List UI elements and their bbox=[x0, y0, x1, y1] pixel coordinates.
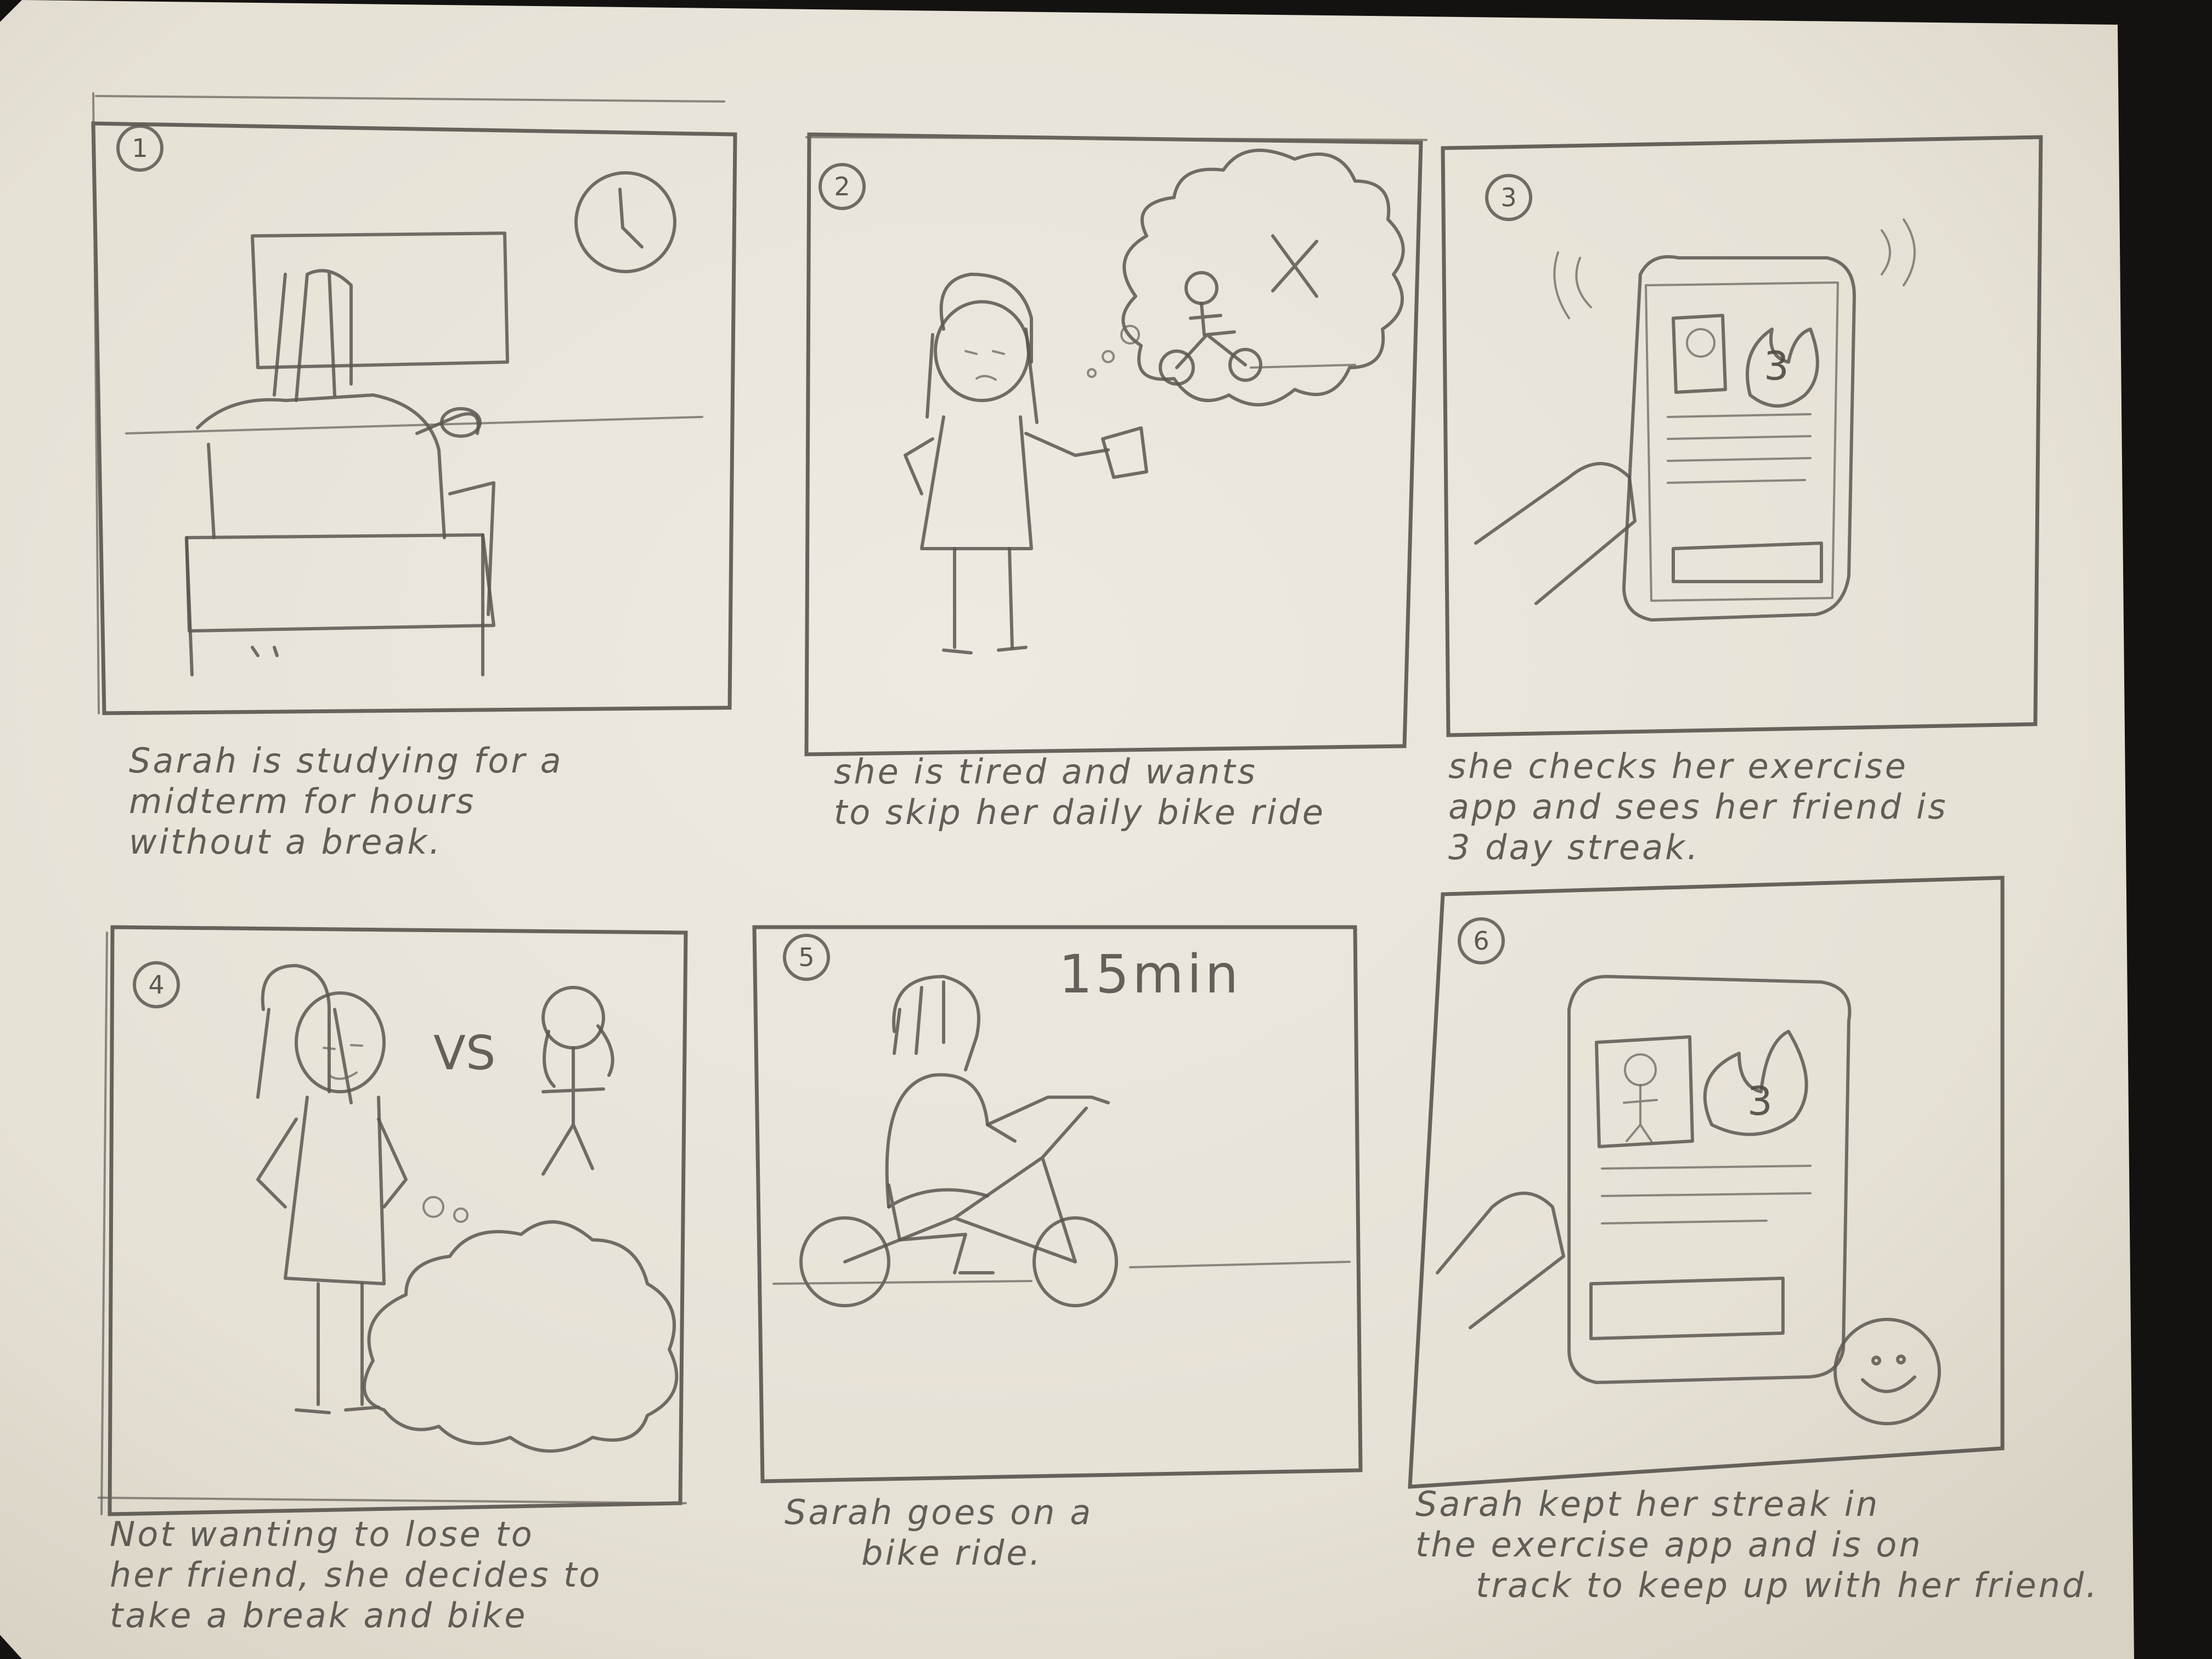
panel-1-caption: Sarah is studying for a midterm for hour… bbox=[129, 741, 563, 862]
panel-5-number: 5 bbox=[798, 943, 815, 972]
caption-line: 3 day streak. bbox=[1448, 827, 1700, 867]
panel-6-caption: Sarah kept her streak in the exercise ap… bbox=[1415, 1484, 2099, 1606]
panel-6-number: 6 bbox=[1473, 926, 1489, 956]
caption-line: bike ride. bbox=[861, 1533, 1043, 1573]
caption-line: her friend, she decides to bbox=[110, 1555, 602, 1595]
timer-label: 15min bbox=[1059, 944, 1242, 1005]
caption-line: midterm for hours bbox=[129, 781, 476, 821]
panel-2-caption: she is tired and wants to skip her daily… bbox=[834, 752, 1325, 833]
panel-3-number: 3 bbox=[1500, 183, 1517, 212]
streak-count-panel-6: 3 bbox=[1747, 1078, 1773, 1124]
caption-line: take a break and bike bbox=[110, 1595, 528, 1635]
panel-3-caption: she checks her exercise app and sees her… bbox=[1448, 746, 1948, 868]
caption-line: Sarah goes on a bbox=[785, 1492, 1093, 1532]
panel-4-caption: Not wanting to lose to her friend, she d… bbox=[110, 1514, 602, 1636]
panel-2-number: 2 bbox=[834, 172, 850, 201]
panel-1-number: 1 bbox=[132, 133, 148, 163]
panel-5-caption: Sarah goes on a bike ride. bbox=[785, 1492, 1093, 1573]
caption-line: she checks her exercise bbox=[1448, 746, 1908, 786]
caption-line: Sarah is studying for a bbox=[129, 741, 563, 781]
caption-line: Sarah kept her streak in bbox=[1415, 1484, 1880, 1524]
caption-line: without a break. bbox=[129, 822, 443, 862]
streak-count-panel-3: 3 bbox=[1764, 343, 1789, 389]
caption-line: she is tired and wants bbox=[834, 752, 1257, 792]
caption-line: track to keep up with her friend. bbox=[1476, 1565, 2099, 1605]
caption-line: the exercise app and is on bbox=[1415, 1525, 1923, 1565]
storyboard-photo: 1 2 3 4 5 6 15min VS 3 3 Sarah is studyi… bbox=[0, 0, 2212, 1659]
caption-line: Not wanting to lose to bbox=[110, 1514, 534, 1554]
caption-line: to skip her daily bike ride bbox=[834, 792, 1325, 832]
panel-4-number: 4 bbox=[148, 970, 165, 1000]
vs-label: VS bbox=[433, 1026, 496, 1081]
caption-line: app and sees her friend is bbox=[1448, 787, 1948, 827]
